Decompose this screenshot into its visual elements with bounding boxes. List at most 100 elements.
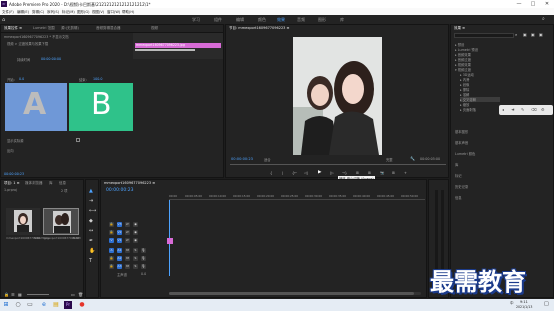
step-forward-button[interactable]: |▷	[330, 171, 334, 175]
reverse-label[interactable]: 反向	[7, 148, 14, 153]
search-icon[interactable]: ⌕	[515, 32, 517, 37]
duration-value[interactable]: 00:00:00:00	[41, 57, 61, 61]
lock-icon[interactable]: 🔒	[109, 222, 114, 227]
tree-page-peel[interactable]: ▸ 页面剥落	[460, 107, 476, 112]
end-value[interactable]: 100.0	[93, 77, 102, 81]
ripple-tool-icon[interactable]: ⟷	[89, 208, 96, 214]
solo-button[interactable]: S	[133, 248, 138, 253]
slip-tool-icon[interactable]: ↔	[89, 228, 93, 234]
program-timecode[interactable]: 00:00:00:23	[231, 157, 253, 161]
track-a1-label[interactable]: A1	[117, 248, 122, 253]
workspace-color[interactable]: 颜色	[258, 17, 266, 23]
track-v1-label[interactable]: V1	[117, 238, 122, 243]
tab-media-browser[interactable]: 媒体浏览器	[25, 181, 43, 186]
workspace-learn[interactable]: 学习	[192, 17, 200, 23]
tab-lumetri-scopes[interactable]: Lumetri 范围	[33, 26, 55, 31]
lock-icon[interactable]: 🔒	[4, 292, 9, 297]
tab-effect-controls[interactable]: 效果控件 ≡	[4, 26, 22, 31]
mic-icon[interactable]: 🎙	[141, 248, 146, 253]
minimize-button[interactable]: —	[512, 0, 526, 8]
maximize-button[interactable]: □	[526, 0, 540, 8]
settings-icon[interactable]: ⚙	[541, 107, 545, 112]
section-lumetri-color[interactable]: Lumetri 颜色	[455, 151, 475, 156]
sync-icon[interactable]: ⇄	[125, 230, 130, 235]
32bit-icon[interactable]: ▣	[531, 32, 535, 37]
notification-icon[interactable]: □	[544, 301, 549, 307]
section-history[interactable]: 历史记录	[455, 184, 468, 189]
section-libraries[interactable]: 库	[455, 162, 458, 167]
quality-dropdown[interactable]: 完整	[386, 157, 393, 162]
eye-icon[interactable]: ◉	[133, 230, 138, 235]
timeline-clip-v1[interactable]	[167, 238, 173, 244]
yuv-icon[interactable]: ▣	[539, 32, 543, 37]
source-patch-a1[interactable]: A	[109, 248, 114, 253]
pen-icon[interactable]: ✎	[521, 107, 524, 112]
menu-help[interactable]: 帮助(H)	[122, 10, 134, 15]
trash-icon[interactable]: 🗑	[78, 292, 83, 297]
razor-tool-icon[interactable]: ◆	[89, 218, 93, 224]
new-item-icon[interactable]: ▭	[71, 292, 75, 297]
floating-toolbar[interactable]: ◂ ☚ ✎ ⌫ ⚙	[499, 105, 553, 115]
workspace-libraries[interactable]: 库	[340, 17, 344, 23]
show-actual-source[interactable]: 显示实际源	[7, 138, 23, 143]
file-explorer-icon[interactable]: ▤	[52, 301, 60, 309]
master-value[interactable]: 0.0	[141, 272, 146, 276]
search-icon[interactable]: ⌕	[542, 16, 545, 22]
app-icon[interactable]: ●	[78, 301, 86, 309]
mute-button[interactable]: M	[125, 264, 130, 269]
list-view-icon[interactable]: ☰	[11, 292, 15, 297]
fit-dropdown[interactable]: 适合	[264, 157, 271, 162]
comparison-view-button[interactable]: ⊞	[392, 171, 395, 175]
clock-date[interactable]: 2021/1/13	[516, 305, 532, 309]
step-back-button[interactable]: ◁|	[304, 171, 308, 175]
selection-tool-icon[interactable]: ▲	[89, 188, 93, 194]
timeline-title[interactable]: mmexport1609677096223 ≡	[104, 181, 155, 185]
tab-source[interactable]: 源:(无剪辑)	[61, 26, 79, 31]
project-item-2[interactable]	[43, 208, 79, 235]
start-value[interactable]: 0.0	[19, 77, 24, 81]
marker-button[interactable]: |	[282, 171, 283, 175]
section-markers[interactable]: 标记	[455, 173, 462, 178]
extract-button[interactable]: ⊞	[368, 171, 371, 175]
workspace-audio[interactable]: 音频	[297, 17, 305, 23]
track-a2-label[interactable]: A2	[117, 256, 122, 261]
menu-graphics[interactable]: 图形(G)	[77, 10, 89, 15]
timeline-ruler[interactable]: 00:00 00:00:05:00 00:00:10:00 00:00:15:0…	[169, 194, 425, 200]
icon-view-icon[interactable]: ▦	[18, 292, 22, 297]
mini-timeline-clip[interactable]: mmexport1609677096223.jpg	[135, 43, 221, 48]
sync-icon[interactable]: ⇄	[125, 222, 130, 227]
edge-browser-icon[interactable]: e	[40, 301, 48, 309]
language-indicator[interactable]: 中	[510, 301, 514, 306]
mic-icon[interactable]: 🎙	[141, 264, 146, 269]
menu-marker[interactable]: 标记(M)	[62, 10, 75, 15]
track-select-tool-icon[interactable]: ⇥	[89, 198, 93, 204]
tab-video[interactable]: 视频	[151, 26, 158, 31]
show-actual-checkbox[interactable]	[76, 138, 80, 142]
track-v3-label[interactable]: V3	[117, 222, 122, 227]
program-title[interactable]: 节目: mmexport1609677096223 ≡	[229, 26, 289, 31]
go-to-in-button[interactable]: {←	[292, 171, 297, 175]
eye-icon[interactable]: ◉	[133, 238, 138, 243]
tab-libraries[interactable]: 库	[49, 181, 53, 186]
workspace-graphics[interactable]: 图形	[318, 17, 326, 23]
premiere-icon[interactable]: Pr	[64, 301, 72, 309]
effect-controls-timecode[interactable]: 00:00:00:23	[4, 172, 24, 176]
section-info[interactable]: 信息	[455, 195, 462, 200]
solo-button[interactable]: S	[133, 256, 138, 261]
lock-icon[interactable]: 🔒	[109, 256, 114, 261]
section-essential-graphics[interactable]: 基本图形	[455, 129, 468, 134]
prev-icon[interactable]: ◂	[502, 107, 504, 112]
hand-icon[interactable]: ☚	[511, 107, 515, 112]
track-a3-label[interactable]: A3	[117, 264, 122, 269]
effects-search-input[interactable]	[454, 33, 514, 38]
lift-button[interactable]: ⊞	[356, 171, 359, 175]
project-title[interactable]: 项目: 1 ≡	[4, 181, 20, 186]
windows-start-icon[interactable]: ⊞	[2, 301, 10, 309]
menu-window[interactable]: 窗口(W)	[107, 10, 120, 15]
clock-time[interactable]: 9:11	[520, 300, 528, 304]
menu-edit[interactable]: 编辑(E)	[17, 10, 29, 15]
menu-sequence[interactable]: 序列(S)	[47, 10, 59, 15]
close-button[interactable]: ✕	[540, 0, 554, 8]
project-item-1[interactable]	[6, 208, 40, 235]
workspace-assembly[interactable]: 组件	[214, 17, 222, 23]
